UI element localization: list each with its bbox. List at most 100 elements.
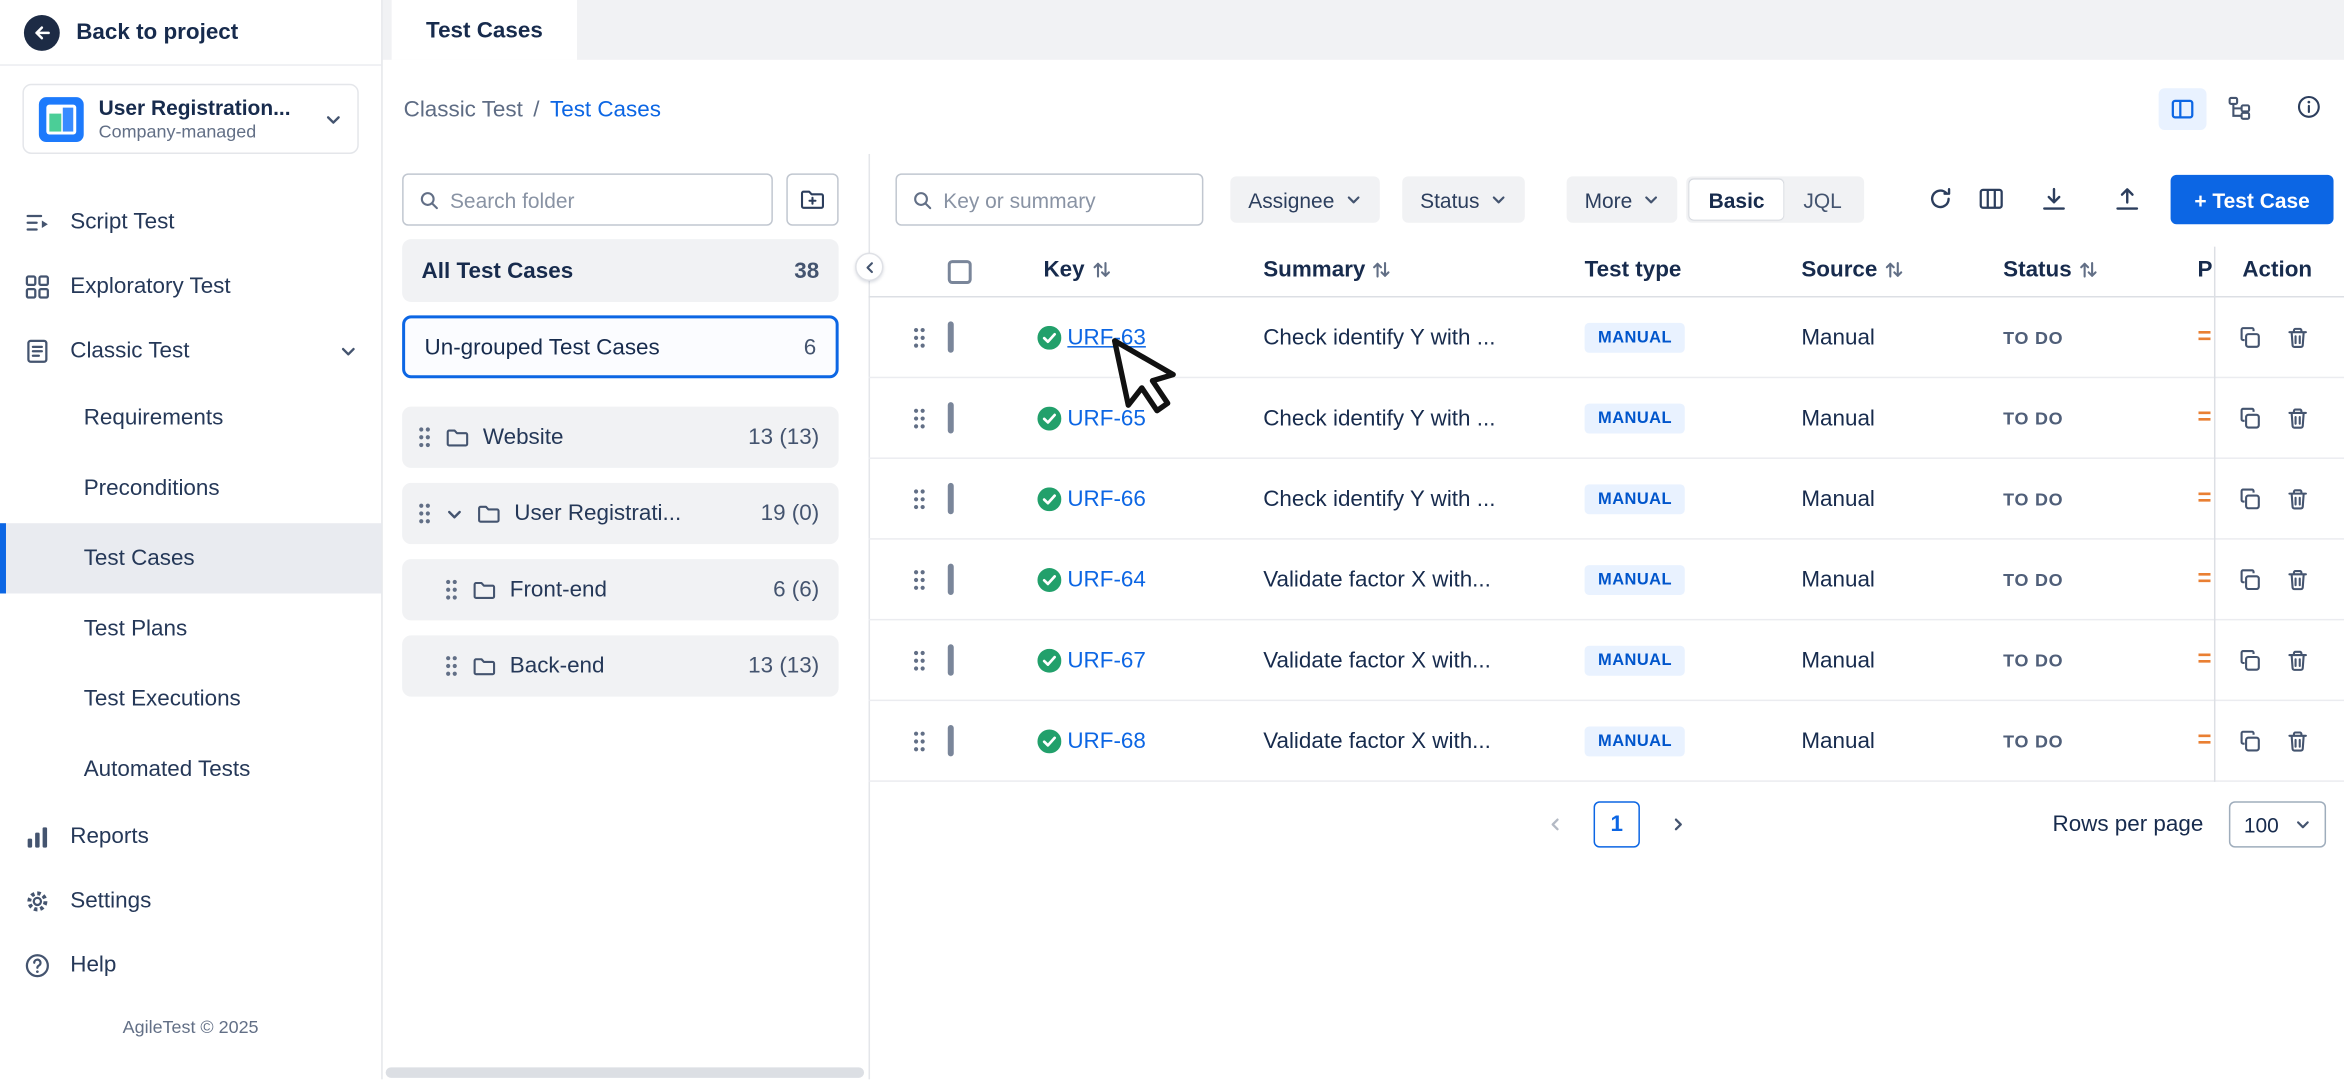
summary-cell[interactable]: Validate factor X with... xyxy=(1263,567,1491,592)
sidebar-item-preconditions[interactable]: Preconditions xyxy=(0,453,381,523)
sidebar-item-settings[interactable]: Settings xyxy=(0,869,381,933)
test-case-key-link[interactable]: URF-68 xyxy=(1067,728,1146,753)
folder-search-input[interactable] xyxy=(450,188,756,212)
drag-handle-icon[interactable] xyxy=(912,407,927,429)
folder-user-registration[interactable]: User Registrati... 19 (0) xyxy=(402,483,839,544)
download-button[interactable] xyxy=(2041,185,2068,212)
sidebar-item-classic-test[interactable]: Classic Test xyxy=(0,318,381,382)
folder-count: 6 xyxy=(804,334,816,359)
drag-handle-icon[interactable] xyxy=(912,649,927,671)
test-case-key-link[interactable]: URF-66 xyxy=(1067,486,1146,511)
rows-per-page-select[interactable]: 100 xyxy=(2229,801,2326,847)
sidebar-item-reports[interactable]: Reports xyxy=(0,804,381,868)
collapse-panel-button[interactable] xyxy=(855,253,883,281)
drag-handle-icon[interactable] xyxy=(417,426,432,448)
copy-icon[interactable] xyxy=(2238,567,2262,591)
notebook-icon xyxy=(24,337,51,364)
test-type-badge: MANUAL xyxy=(1585,564,1686,594)
sidebar-item-script-test[interactable]: Script Test xyxy=(0,190,381,254)
current-page-button[interactable]: 1 xyxy=(1594,801,1640,847)
folder-all-test-cases[interactable]: All Test Cases 38 xyxy=(402,239,839,302)
column-header-status[interactable]: Status xyxy=(2003,257,2097,282)
sidebar-item-automated-tests[interactable]: Automated Tests xyxy=(0,734,381,804)
drag-handle-icon[interactable] xyxy=(912,730,927,752)
column-header-key[interactable]: Key xyxy=(1043,257,1110,282)
status-filter[interactable]: Status xyxy=(1402,176,1524,222)
status-cell: TO DO xyxy=(2003,488,2063,509)
split-view-toggle[interactable] xyxy=(2159,88,2207,130)
breadcrumb-current[interactable]: Test Cases xyxy=(550,97,661,122)
breadcrumb-parent[interactable]: Classic Test xyxy=(404,97,523,122)
drag-handle-icon[interactable] xyxy=(444,579,459,601)
trash-icon[interactable] xyxy=(2286,729,2310,753)
previous-page-button[interactable] xyxy=(1532,801,1578,847)
assignee-filter[interactable]: Assignee xyxy=(1230,176,1379,222)
trash-icon[interactable] xyxy=(2286,648,2310,672)
sidebar-item-test-cases[interactable]: Test Cases xyxy=(0,523,381,593)
test-case-key-link[interactable]: URF-67 xyxy=(1067,647,1146,672)
mode-jql[interactable]: JQL xyxy=(1784,179,1861,219)
summary-cell[interactable]: Validate factor X with... xyxy=(1263,647,1491,672)
drag-handle-icon[interactable] xyxy=(912,568,927,590)
row-checkbox[interactable] xyxy=(948,321,954,352)
copy-icon[interactable] xyxy=(2238,325,2262,349)
tree-view-toggle[interactable] xyxy=(2227,96,2252,121)
sidebar-item-help[interactable]: Help xyxy=(0,933,381,997)
summary-cell[interactable]: Validate factor X with... xyxy=(1263,728,1491,753)
trash-icon[interactable] xyxy=(2286,325,2310,349)
test-case-icon xyxy=(1037,487,1061,511)
row-checkbox[interactable] xyxy=(948,563,954,594)
project-type: Company-managed xyxy=(99,121,310,142)
key-search-input[interactable] xyxy=(943,188,1187,212)
summary-cell[interactable]: Check identify Y with ... xyxy=(1263,324,1495,349)
new-folder-button[interactable] xyxy=(786,173,838,225)
test-case-key-link[interactable]: URF-64 xyxy=(1067,567,1146,592)
summary-cell[interactable]: Check identify Y with ... xyxy=(1263,486,1495,511)
column-header-source[interactable]: Source xyxy=(1801,257,1902,282)
folder-front-end[interactable]: Front-end 6 (6) xyxy=(402,559,839,620)
drag-handle-icon[interactable] xyxy=(912,326,927,348)
source-cell: Manual xyxy=(1801,647,1875,672)
row-checkbox[interactable] xyxy=(948,644,954,675)
new-test-case-button[interactable]: + Test Case xyxy=(2171,175,2334,224)
copy-icon[interactable] xyxy=(2238,487,2262,511)
test-case-key-link[interactable]: URF-63 xyxy=(1067,324,1146,349)
copy-icon[interactable] xyxy=(2238,406,2262,430)
horizontal-scrollbar[interactable] xyxy=(386,1067,864,1077)
summary-cell[interactable]: Check identify Y with ... xyxy=(1263,405,1495,430)
row-checkbox[interactable] xyxy=(948,401,954,432)
drag-handle-icon[interactable] xyxy=(417,502,432,524)
select-all-checkbox[interactable] xyxy=(948,260,972,284)
project-selector[interactable]: User Registration... Company-managed xyxy=(22,84,358,154)
row-checkbox[interactable] xyxy=(948,482,954,513)
chevron-down-icon[interactable] xyxy=(445,505,463,523)
sidebar-item-test-plans[interactable]: Test Plans xyxy=(0,593,381,663)
tab-test-cases[interactable]: Test Cases xyxy=(392,0,578,60)
drag-handle-icon[interactable] xyxy=(444,655,459,677)
sidebar-item-requirements[interactable]: Requirements xyxy=(0,383,381,453)
trash-icon[interactable] xyxy=(2286,567,2310,591)
back-to-project-button[interactable]: Back to project xyxy=(0,0,381,66)
folder-count: 13 (13) xyxy=(748,425,819,450)
sidebar-item-exploratory-test[interactable]: Exploratory Test xyxy=(0,254,381,318)
mode-basic[interactable]: Basic xyxy=(1689,179,1784,219)
copy-icon[interactable] xyxy=(2238,729,2262,753)
copy-icon[interactable] xyxy=(2238,648,2262,672)
next-page-button[interactable] xyxy=(1655,801,1701,847)
trash-icon[interactable] xyxy=(2286,406,2310,430)
test-case-key-link[interactable]: URF-65 xyxy=(1067,405,1146,430)
source-cell: Manual xyxy=(1801,567,1875,592)
folder-ungrouped-test-cases[interactable]: Un-grouped Test Cases 6 xyxy=(402,315,839,378)
trash-icon[interactable] xyxy=(2286,487,2310,511)
folder-website[interactable]: Website 13 (13) xyxy=(402,407,839,468)
row-checkbox[interactable] xyxy=(948,724,954,755)
drag-handle-icon[interactable] xyxy=(912,487,927,509)
info-button[interactable] xyxy=(2296,94,2321,119)
refresh-button[interactable] xyxy=(1927,185,1954,212)
sidebar-item-test-executions[interactable]: Test Executions xyxy=(0,664,381,734)
column-header-summary[interactable]: Summary xyxy=(1263,257,1391,282)
columns-button[interactable] xyxy=(1978,185,2005,212)
folder-back-end[interactable]: Back-end 13 (13) xyxy=(402,635,839,696)
upload-button[interactable] xyxy=(2114,185,2141,212)
more-filter[interactable]: More xyxy=(1567,176,1677,222)
